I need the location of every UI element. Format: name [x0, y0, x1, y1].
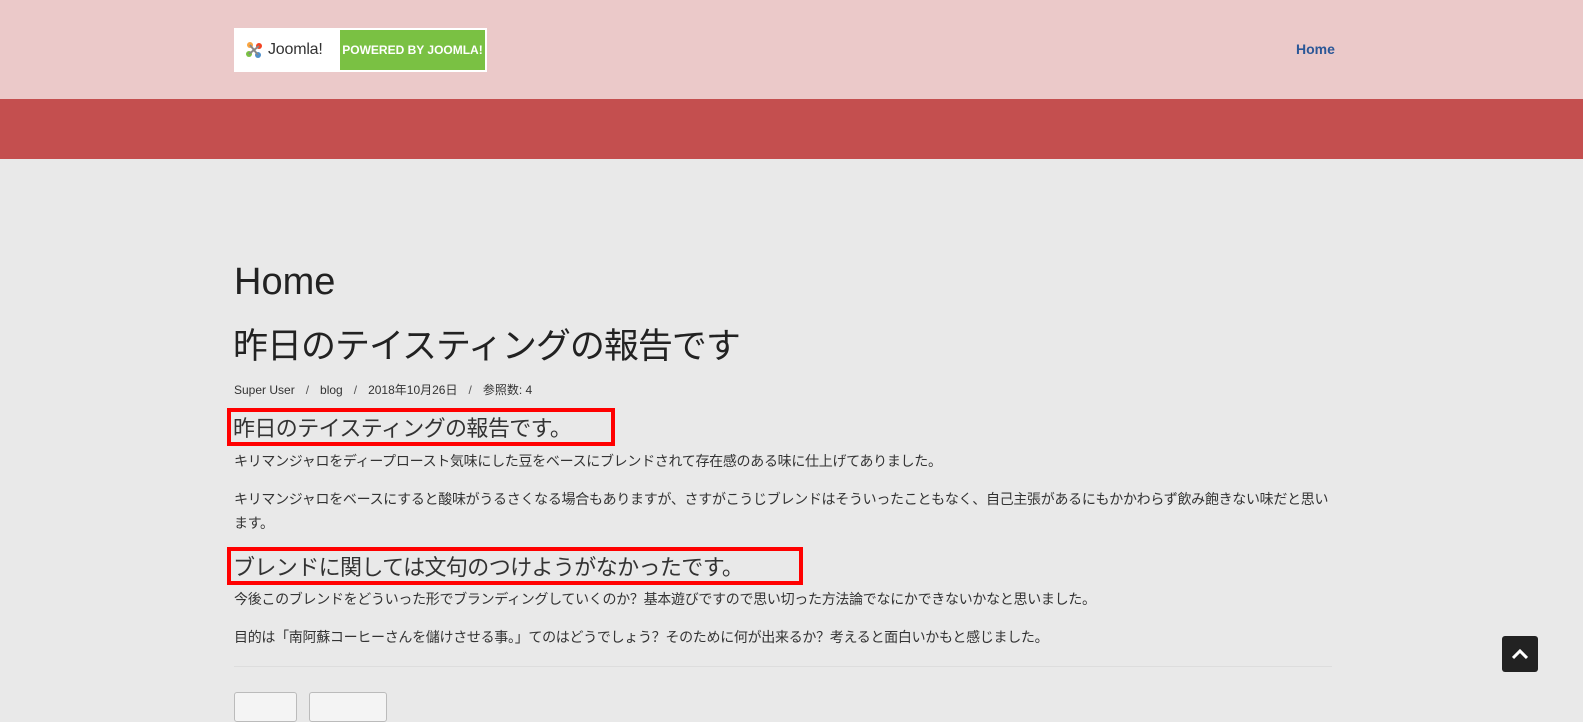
article-heading-highlighted-2: ブレンドに関しては文句のつけようがなかったです。 — [227, 547, 803, 585]
joomla-logo-icon — [246, 42, 262, 58]
logo-badge: POWERED BY JOOMLA! — [340, 30, 485, 70]
article-paragraph-1: キリマンジャロをディープロースト気味にした豆をベースにブレンドされて存在感のある… — [234, 454, 942, 470]
site-logo[interactable]: Joomla! POWERED BY JOOMLA! — [234, 28, 487, 72]
article-paragraph-3: 今後このブレンドをどういった形でブランディングしていくのか？基本遊びですので思い… — [234, 592, 1096, 608]
article-title[interactable]: 昨日のテイスティングの報告です — [233, 323, 741, 371]
back-to-top-button[interactable] — [1502, 636, 1538, 672]
meta-author: Super User — [234, 382, 295, 397]
logo-text: Joomla! — [268, 41, 323, 58]
article-divider — [234, 666, 1332, 667]
page-title: Home — [234, 261, 336, 303]
meta-category[interactable]: blog — [320, 383, 343, 397]
pager-prev-button[interactable] — [234, 692, 297, 722]
article-paragraph-2: キリマンジャロをベースにすると酸味がうるさくなる場合もありますが、さすがこうじブ… — [234, 492, 1329, 532]
meta-separator: / — [353, 382, 358, 397]
hero-banner — [0, 99, 1583, 159]
article-heading-highlighted-1: 昨日のテイスティングの報告です。 — [227, 408, 615, 446]
article-paragraph-4: 目的は「南阿蘇コーヒーさんを儲けさせる事。」てのはどうでしょう？そのために何が出… — [234, 630, 1049, 646]
pager-next-button[interactable] — [309, 692, 387, 722]
logo-wordmark: Joomla! — [236, 30, 340, 70]
meta-separator: / — [468, 382, 472, 397]
site-header: Joomla! POWERED BY JOOMLA! Home — [0, 0, 1583, 99]
chevron-up-icon — [1512, 648, 1528, 660]
article-meta: Super User / blog / 2018年10月26日 / 参照数: 4 — [234, 381, 532, 398]
nav-link-home[interactable]: Home — [1296, 41, 1335, 57]
meta-date: 2018年10月26日 — [368, 383, 458, 397]
meta-hits: 参照数: 4 — [482, 383, 533, 397]
meta-separator: / — [305, 382, 310, 397]
